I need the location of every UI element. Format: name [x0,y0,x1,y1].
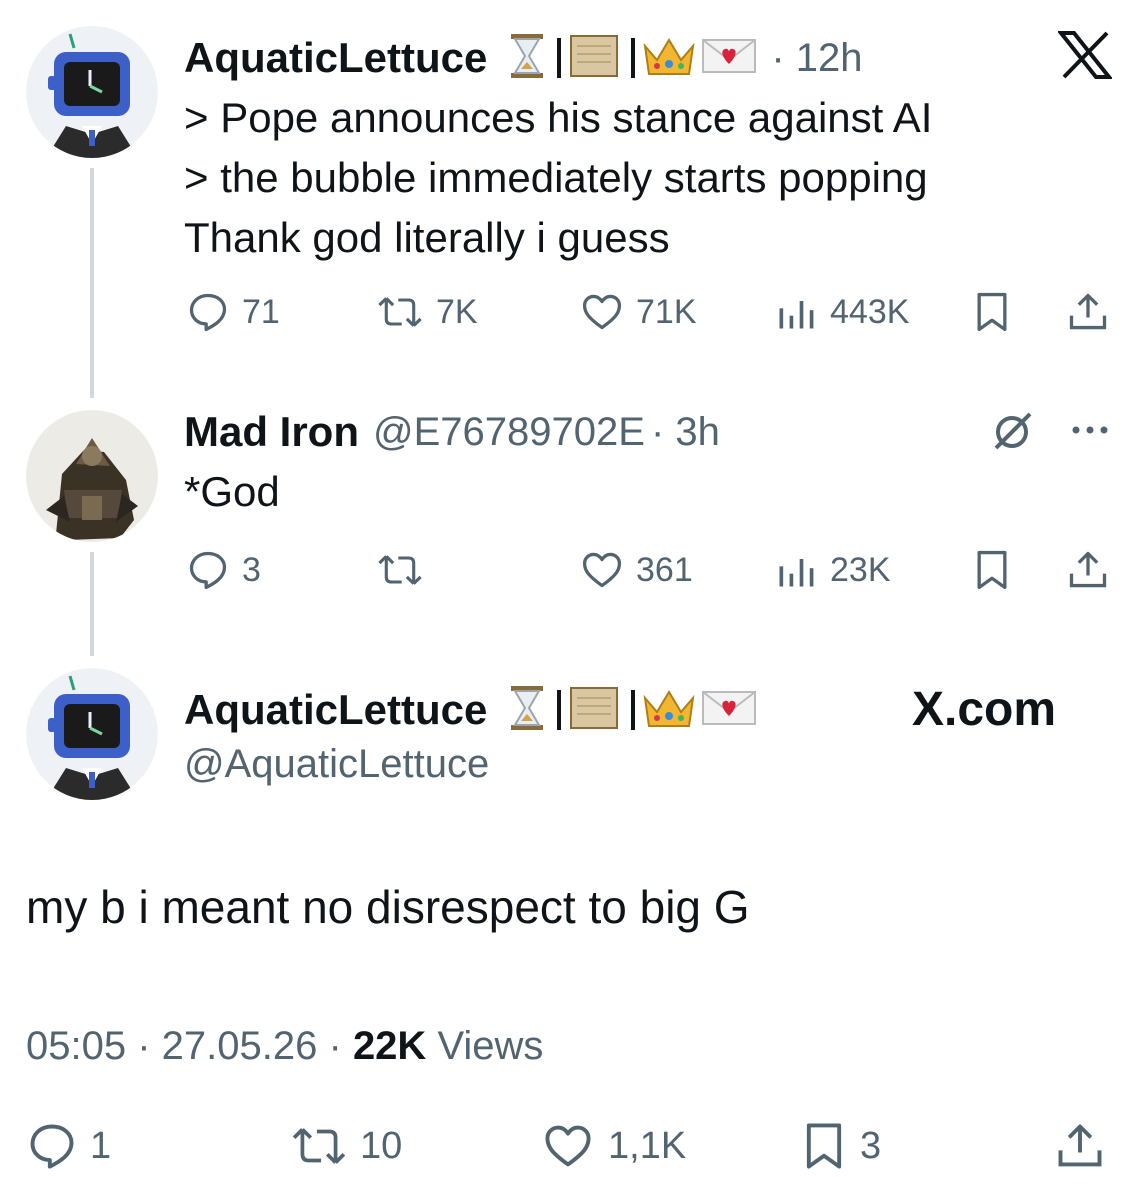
separator [557,690,562,730]
tweet-header: Mad Iron @E76789702E · 3h [184,404,720,460]
tweet-header: AquaticLettuce · 12h [184,30,863,86]
share-icon [1069,551,1107,588]
scroll-icon [567,32,621,85]
retweet-icon [292,1128,346,1164]
share-icon [1058,1124,1102,1167]
author-name[interactable]: AquaticLettuce [184,686,487,734]
author-name[interactable]: Mad Iron [184,408,359,456]
retweet-count: 7K [436,292,478,331]
tweet-text: *God [184,468,280,515]
heart-icon [545,1125,591,1167]
reply-button[interactable]: 1 [26,1120,111,1172]
crown-icon [641,32,697,85]
post-time[interactable]: · 12h [771,36,862,81]
views-button[interactable]: 23K [774,548,891,592]
love-letter-icon [701,688,757,733]
bookmark-icon [977,292,1007,332]
reply-icon [189,551,227,590]
like-count: 361 [636,550,693,589]
bookmark-icon [977,550,1007,590]
post-time[interactable]: 05:05 [26,1024,126,1068]
like-button[interactable]: 361 [580,548,693,592]
crown-icon [641,684,697,737]
author-handle[interactable]: @E76789702E [373,410,645,455]
views-button[interactable]: 443K [774,290,909,334]
x-logo-icon[interactable] [1056,30,1114,85]
like-button[interactable]: 1,1K [540,1120,686,1172]
dot-separator: · [137,1024,162,1068]
thread-line [90,168,94,398]
views-icon [779,559,814,587]
heart-icon [582,294,622,330]
share-button[interactable] [1066,290,1110,334]
author-name[interactable]: AquaticLettuce [184,34,487,82]
views-icon [779,301,814,329]
love-letter-icon [701,36,757,81]
author-handle[interactable]: @AquaticLettuce [184,742,489,787]
hourglass-icon [507,684,547,737]
separator [631,690,636,730]
like-count: 1,1K [608,1124,687,1167]
share-button[interactable] [1066,548,1110,592]
views-count: 23K [830,550,891,589]
post-time[interactable]: · 3h [651,410,720,455]
brand-text: X.com [912,683,1057,736]
hourglass-icon [507,32,547,85]
reply-button[interactable]: 3 [186,548,261,592]
retweet-icon [378,555,422,585]
heart-icon [582,552,622,588]
grok-icon[interactable] [988,408,1036,461]
tweet-line: > Pope announces his stance against AI [184,94,933,141]
main-tweet-text: my b i meant no disrespect to big G [26,881,750,933]
tweet-header: AquaticLettuce [184,682,761,738]
share-icon [1069,293,1107,330]
retweet-count: 10 [360,1124,403,1167]
reply-button[interactable]: 71 [186,290,280,334]
reply-icon [30,1124,74,1169]
like-button[interactable]: 71K [580,290,697,334]
reply-count: 3 [242,550,261,589]
retweet-button[interactable]: 10 [290,1120,402,1172]
separator [631,38,636,78]
reply-count: 1 [90,1124,112,1167]
avatar[interactable] [26,410,158,542]
thread-line [90,552,94,656]
retweet-icon [378,297,422,327]
views-label: Views [437,1024,544,1068]
like-count: 71K [636,292,697,331]
views-count: 22K [352,1024,427,1068]
timestamp-row: 05:05 · 27.05.26 · 22K Views [26,1024,543,1069]
bookmark-icon [806,1123,842,1169]
bookmark-button[interactable] [972,548,1012,592]
retweet-button[interactable] [376,548,424,592]
reply-icon [189,293,227,332]
bookmark-count: 3 [860,1124,882,1167]
bookmark-button[interactable] [972,290,1012,334]
separator [557,38,562,78]
scroll-icon [567,684,621,737]
tweet-line: Thank god literally i guess [184,214,670,261]
dot-separator: · [328,1024,353,1068]
more-options-icon[interactable] [1070,420,1110,445]
tweet-line: > the bubble immediately starts popping [184,154,928,201]
tweet-body: > Pope announces his stance against AI >… [184,88,1084,268]
avatar[interactable] [26,668,158,800]
brand-label[interactable]: X.com [912,682,1056,737]
retweet-button[interactable]: 7K [376,290,478,334]
views-count: 443K [830,292,910,331]
avatar[interactable] [26,26,158,158]
bookmark-button[interactable]: 3 [800,1120,881,1172]
post-date[interactable]: 27.05.26 [162,1024,318,1068]
reply-count: 71 [242,292,280,331]
share-button[interactable] [1054,1120,1106,1172]
